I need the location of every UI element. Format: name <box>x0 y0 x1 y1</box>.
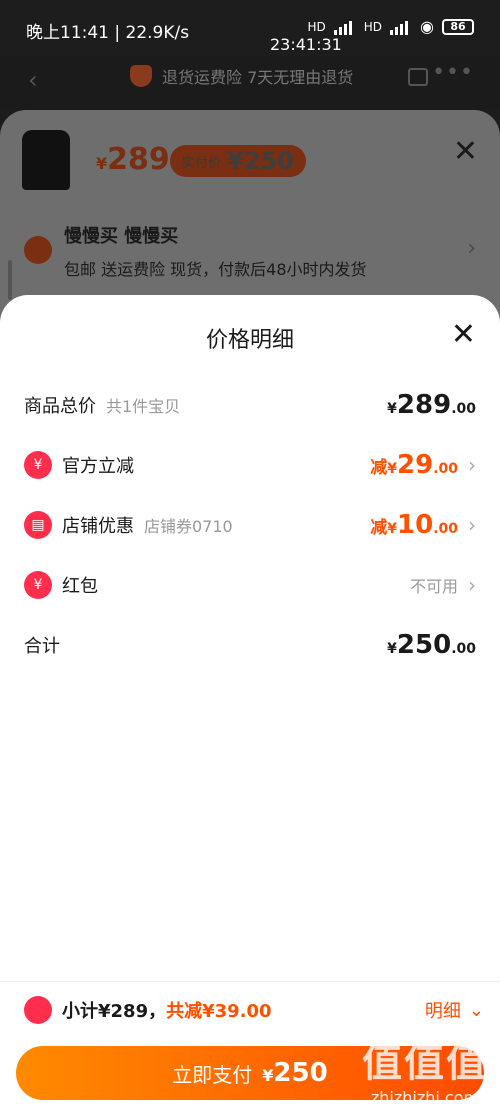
status-left-text: 晚上11:41 | 22.9K/s <box>26 23 190 43</box>
row-value-unavailable: 不可用 <box>409 577 458 596</box>
chevron-down-icon: ⌄ <box>468 999 484 1021</box>
row-label: 店铺优惠 <box>62 516 134 537</box>
status-clock: 23:41:31 <box>270 35 342 54</box>
status-icons: HD HD ◉ 86 <box>307 17 474 36</box>
pay-button-label: 立即支付 <box>172 1062 253 1087</box>
return-policy-notice: 退货运费险 7天无理由退货 <box>130 64 353 88</box>
real-pay-amount: ¥250 <box>227 147 294 175</box>
chevron-right-icon: › <box>468 513 476 537</box>
price-row-red-packet[interactable]: ¥ 红包 不可用 › <box>24 565 476 605</box>
status-bar: 晚上11:41 | 22.9K/s 23:41:31 HD HD ◉ 86 <box>0 0 500 56</box>
address-subtitle: 包邮 送运费险 现货，付款后48小时内发货 <box>64 260 367 279</box>
subtotal-text: 小计¥289， <box>62 1001 167 1022</box>
pay-button-amount: ¥250 <box>262 1058 328 1088</box>
watermark-text: 值值值 <box>362 1040 488 1086</box>
hd-label-1: HD <box>307 19 326 34</box>
row-amount: 减 ¥10.00 <box>370 510 458 540</box>
scroll-indicator <box>8 260 12 300</box>
location-icon <box>24 236 52 264</box>
price-detail-sheet: 价格明细 ✕ 商品总价 共1件宝贝 ¥289.00 ¥ 官方立减 减 ¥29.00… <box>0 295 500 1111</box>
detail-toggle-label: 明细 <box>424 1001 461 1022</box>
coupon-icon <box>24 996 52 1024</box>
top-nav-bar: ‹ 退货运费险 7天无理由退货 ••• <box>0 56 500 110</box>
row-label: 商品总价 <box>24 396 96 417</box>
chevron-right-icon: › <box>468 573 476 597</box>
notice-text: 退货运费险 7天无理由退货 <box>162 68 354 87</box>
shield-icon <box>130 65 152 87</box>
total-saving-text: 共减¥39.00 <box>166 1001 272 1022</box>
close-icon[interactable]: ✕ <box>453 134 478 169</box>
close-icon[interactable]: ✕ <box>451 317 476 352</box>
shop-coupon-icon: ▤ <box>24 511 52 539</box>
chevron-right-icon[interactable]: › <box>467 236 476 261</box>
more-icon[interactable]: ••• <box>432 60 474 85</box>
price-row-total: 合计 ¥250.00 <box>24 625 476 665</box>
hd-label-2: HD <box>363 19 383 34</box>
row-amount: ¥250.00 <box>387 630 476 660</box>
price-row-official-discount[interactable]: ¥ 官方立减 减 ¥29.00 › <box>24 445 476 485</box>
signal-icon-2 <box>390 19 412 35</box>
row-label: 红包 <box>62 576 98 597</box>
message-icon[interactable] <box>408 68 428 86</box>
wifi-icon: ◉ <box>420 17 434 36</box>
product-thumbnail <box>22 130 70 190</box>
sheet-title: 价格明细 <box>205 328 294 353</box>
watermark-logo: 值值值 zhizhizhi.com <box>362 1030 488 1107</box>
watermark-domain: zhizhizhi.com <box>370 1088 480 1107</box>
red-packet-icon: ¥ <box>24 571 52 599</box>
detail-toggle[interactable]: 明细 ⌄ <box>425 997 484 1023</box>
price-row-shop-coupon[interactable]: ▤ 店铺优惠 店铺券0710 减 ¥10.00 › <box>24 505 476 545</box>
battery-icon: 86 <box>442 18 474 35</box>
real-pay-badge: 实付价 ¥250 <box>170 145 306 177</box>
payment-summary: 小计¥289， 共减¥39.00 明细 ⌄ <box>24 995 484 1025</box>
row-amount: 减 ¥29.00 <box>370 450 458 480</box>
product-price: ¥289 <box>96 142 170 177</box>
chevron-right-icon: › <box>468 453 476 477</box>
real-pay-label: 实付价 <box>182 155 222 171</box>
row-label: 官方立减 <box>62 456 134 477</box>
back-arrow-icon[interactable]: ‹ <box>28 66 38 94</box>
row-sublabel: 店铺券0710 <box>144 517 233 536</box>
bottom-divider <box>0 981 500 982</box>
official-discount-icon: ¥ <box>24 451 52 479</box>
row-amount: ¥289.00 <box>387 390 476 420</box>
signal-icon-1 <box>333 19 356 35</box>
row-sublabel: 共1件宝贝 <box>106 397 181 416</box>
address-title[interactable]: 慢慢买 慢慢买 <box>64 222 178 248</box>
row-label: 合计 <box>24 636 60 657</box>
price-row-goods-total: 商品总价 共1件宝贝 ¥289.00 <box>24 385 476 425</box>
